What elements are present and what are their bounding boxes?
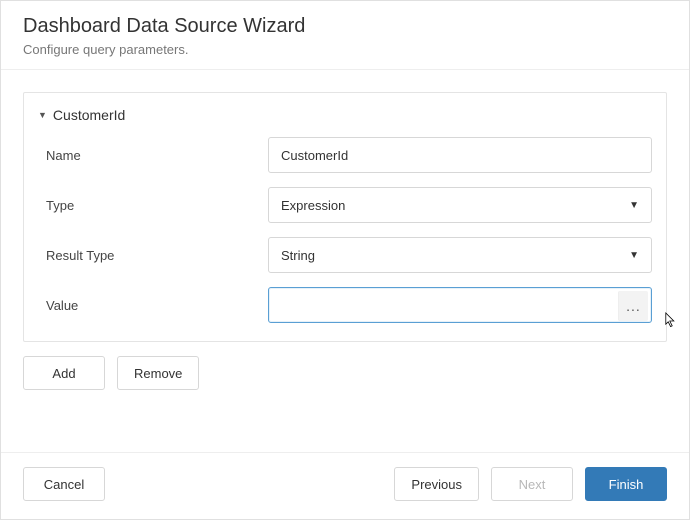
row-type: Type Expression ▼ xyxy=(38,187,652,223)
cancel-button[interactable]: Cancel xyxy=(23,467,105,501)
remove-button[interactable]: Remove xyxy=(117,356,199,390)
label-type: Type xyxy=(38,198,268,213)
type-select[interactable]: Expression ▼ xyxy=(268,187,652,223)
value-ellipsis-button[interactable]: ... xyxy=(618,291,648,321)
type-select-value: Expression xyxy=(281,198,345,213)
result-type-select-value: String xyxy=(281,248,315,263)
wizard-body: ▼ CustomerId Name CustomerId Type Expres… xyxy=(1,70,689,390)
parameter-panel-header[interactable]: ▼ CustomerId xyxy=(38,107,652,123)
row-name: Name CustomerId xyxy=(38,137,652,173)
previous-button[interactable]: Previous xyxy=(394,467,479,501)
label-result-type: Result Type xyxy=(38,248,268,263)
name-input-text: CustomerId xyxy=(281,148,348,163)
value-input[interactable]: ... xyxy=(268,287,652,323)
chevron-down-icon: ▼ xyxy=(629,250,639,261)
finish-button[interactable]: Finish xyxy=(585,467,667,501)
next-button: Next xyxy=(491,467,573,501)
result-type-select[interactable]: String ▼ xyxy=(268,237,652,273)
label-name: Name xyxy=(38,148,268,163)
label-value: Value xyxy=(38,298,268,313)
panel-actions: Add Remove xyxy=(23,356,667,390)
row-result-type: Result Type String ▼ xyxy=(38,237,652,273)
collapse-icon: ▼ xyxy=(38,110,47,120)
wizard-header: Dashboard Data Source Wizard Configure q… xyxy=(1,1,689,70)
add-button[interactable]: Add xyxy=(23,356,105,390)
wizard-subtitle: Configure query parameters. xyxy=(23,42,667,57)
wizard-title: Dashboard Data Source Wizard xyxy=(23,15,667,38)
parameter-panel-title: CustomerId xyxy=(53,107,125,123)
chevron-down-icon: ▼ xyxy=(629,200,639,211)
name-input[interactable]: CustomerId xyxy=(268,137,652,173)
wizard-window: Dashboard Data Source Wizard Configure q… xyxy=(0,0,690,520)
wizard-footer: Cancel Previous Next Finish xyxy=(1,452,689,519)
parameter-panel: ▼ CustomerId Name CustomerId Type Expres… xyxy=(23,92,667,342)
row-value: Value ... xyxy=(38,287,652,323)
